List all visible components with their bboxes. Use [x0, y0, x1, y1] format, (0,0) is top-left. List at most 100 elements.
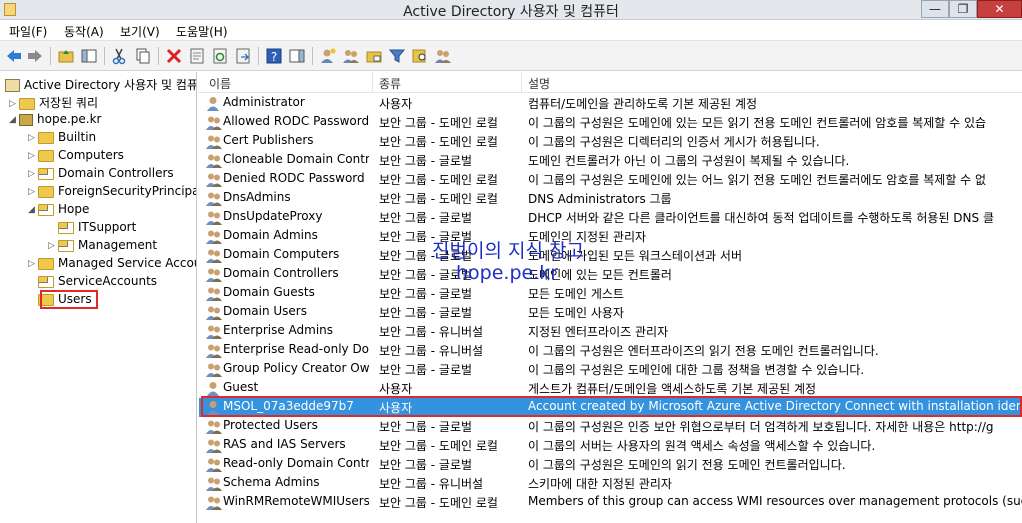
help-icon[interactable]: ?	[265, 47, 283, 65]
row-name: Domain Admins	[223, 228, 318, 242]
row-name: Administrator	[223, 95, 305, 109]
expand-arrow-icon[interactable]: ▷	[28, 133, 38, 143]
row-description: 이 그룹의 구성원은 도메인에 대한 그룹 정책을 변경할 수 있습니다.	[528, 363, 865, 377]
close-button[interactable]: ✕	[977, 0, 1022, 18]
row-description: 도메인에 있는 모든 컨트롤러	[528, 268, 672, 282]
expand-arrow-icon[interactable]: ▷	[28, 151, 38, 161]
row-name: Read-only Domain Contr...	[223, 456, 369, 470]
table-row[interactable]: RAS and IAS Servers 보안 그룹 - 도메인 로컬 이 그룹의 서…	[199, 436, 1022, 455]
table-row[interactable]: Enterprise Read-only Do... 보안 그룹 - 유니버설 이 …	[199, 341, 1022, 360]
folder-icon	[38, 149, 54, 162]
column-header-type[interactable]: 종류	[379, 75, 401, 92]
tree-item-managed-service-accounts[interactable]: ▷ Managed Service Accou	[28, 256, 196, 274]
table-row[interactable]: Administrator 사용자 컴퓨터/도메인을 관리하도록 기본 제공된 계정	[199, 94, 1022, 113]
row-type: 보안 그룹 - 유니버설	[379, 344, 484, 358]
expand-arrow-icon[interactable]: ▷	[9, 99, 19, 109]
table-row[interactable]: Cert Publishers 보안 그룹 - 도메인 로컬 이 그룹의 구성원은 …	[199, 132, 1022, 151]
table-row[interactable]: Domain Admins 보안 그룹 - 글로벌 도메인의 지정된 관리자	[199, 227, 1022, 246]
new-group-icon[interactable]	[342, 47, 360, 65]
forward-icon[interactable]	[26, 47, 44, 65]
row-description: 이 그룹의 서버는 사용자의 원격 액세스 속성을 액세스할 수 있습니다.	[528, 439, 876, 453]
menu-file[interactable]: 파일(F)	[9, 23, 47, 40]
row-name: Domain Computers	[223, 247, 340, 261]
tree-item-saved-queries[interactable]: ▷ 저장된 쿼리	[9, 94, 98, 112]
add-to-group-icon[interactable]	[434, 47, 452, 65]
table-row[interactable]: DnsAdmins 보안 그룹 - 도메인 로컬 DNS Administrator…	[199, 189, 1022, 208]
tree-root[interactable]: Active Directory 사용자 및 컴퓨	[5, 76, 196, 94]
minimize-button[interactable]: —	[921, 0, 949, 18]
column-headers: 이름 종류 설명	[199, 72, 1022, 93]
column-header-description[interactable]: 설명	[528, 75, 550, 92]
expand-arrow-icon[interactable]: ▷	[28, 169, 38, 179]
domain-icon	[19, 113, 33, 126]
column-header-name[interactable]: 이름	[209, 75, 231, 92]
table-row[interactable]: Domain Guests 보안 그룹 - 글로벌 모든 도메인 게스트	[199, 284, 1022, 303]
column-divider[interactable]	[521, 72, 522, 93]
new-ou-icon[interactable]	[365, 47, 383, 65]
row-description: 지정된 엔터프라이즈 관리자	[528, 325, 669, 339]
table-row[interactable]: Group Policy Creator Ow... 보안 그룹 - 글로벌 이 그…	[199, 360, 1022, 379]
refresh-icon[interactable]	[211, 47, 229, 65]
properties-icon[interactable]	[188, 47, 206, 65]
tree-item-management[interactable]: ▷ Management	[48, 238, 157, 256]
export-list-icon[interactable]	[234, 47, 252, 65]
row-type: 보안 그룹 - 도메인 로컬	[379, 135, 498, 149]
menu-view[interactable]: 보기(V)	[120, 23, 160, 40]
tree-item-itsupport[interactable]: ITSupport	[48, 220, 136, 238]
back-icon[interactable]	[5, 47, 23, 65]
menu-help[interactable]: 도움말(H)	[176, 23, 228, 40]
new-user-icon[interactable]	[319, 47, 337, 65]
table-row[interactable]: Schema Admins 보안 그룹 - 유니버설 스키마에 대한 지정된 관리자	[199, 474, 1022, 493]
menu-action[interactable]: 동작(A)	[64, 23, 104, 40]
tree-item-hope[interactable]: ◢ Hope	[28, 202, 89, 220]
table-row[interactable]: Domain Users 보안 그룹 - 글로벌 모든 도메인 사용자	[199, 303, 1022, 322]
row-name: RAS and IAS Servers	[223, 437, 346, 451]
expand-arrow-icon[interactable]: ▷	[28, 187, 38, 197]
up-folder-icon[interactable]	[57, 47, 75, 65]
table-row[interactable]: Denied RODC Password ... 보안 그룹 - 도메인 로컬 이 …	[199, 170, 1022, 189]
row-name: Allowed RODC Password ...	[223, 114, 369, 128]
table-row[interactable]: Enterprise Admins 보안 그룹 - 유니버설 지정된 엔터프라이즈 …	[199, 322, 1022, 341]
column-divider[interactable]	[372, 72, 373, 93]
collapse-arrow-icon[interactable]: ◢	[28, 205, 38, 215]
row-description: 도메인 컨트롤러가 아닌 이 그룹의 구성원이 복제될 수 있습니다.	[528, 154, 850, 168]
row-description: 이 그룹의 구성원은 엔터프라이즈의 읽기 전용 도메인 컨트롤러입니다.	[528, 344, 879, 358]
expand-arrow-icon[interactable]: ▷	[28, 259, 38, 269]
table-row[interactable]: Read-only Domain Contr... 보안 그룹 - 글로벌 이 그룹…	[199, 455, 1022, 474]
table-row[interactable]: Domain Controllers 보안 그룹 - 글로벌 도메인에 있는 모든 …	[199, 265, 1022, 284]
delete-icon[interactable]	[165, 47, 183, 65]
group-icon	[206, 457, 222, 472]
show-console-tree-icon[interactable]	[80, 47, 98, 65]
tree-item-foreign-security-principals[interactable]: ▷ ForeignSecurityPrincipal	[28, 184, 196, 202]
expand-arrow-icon[interactable]: ▷	[48, 241, 58, 251]
show-action-pane-icon[interactable]	[288, 47, 306, 65]
row-name: Guest	[223, 380, 259, 394]
row-description: 컴퓨터/도메인을 관리하도록 기본 제공된 계정	[528, 97, 758, 111]
collapse-arrow-icon[interactable]: ◢	[9, 115, 19, 125]
filter-icon[interactable]	[388, 47, 406, 65]
tree-item-domain-controllers[interactable]: ▷ Domain Controllers	[28, 166, 174, 184]
row-name: Enterprise Read-only Do...	[223, 342, 369, 356]
table-row[interactable]: Domain Computers 보안 그룹 - 글로벌 도메인에 가입된 모든 워…	[199, 246, 1022, 265]
cut-icon[interactable]	[110, 47, 128, 65]
ou-folder-icon	[38, 275, 54, 288]
group-icon	[206, 438, 222, 453]
object-list[interactable]: 이름 종류 설명 Administrator 사용자 컴퓨터/도메인을 관리하도록 …	[199, 72, 1022, 523]
group-icon	[206, 229, 222, 244]
table-row[interactable]: Cloneable Domain Contr... 보안 그룹 - 글로벌 도메인 …	[199, 151, 1022, 170]
row-description: 이 그룹의 구성원은 디렉터리의 인증서 게시가 허용됩니다.	[528, 135, 820, 149]
tree-item-domain[interactable]: ◢ hope.pe.kr	[9, 112, 101, 130]
maximize-button[interactable]: ❐	[949, 0, 977, 18]
find-icon[interactable]	[411, 47, 429, 65]
table-row[interactable]: Allowed RODC Password ... 보안 그룹 - 도메인 로컬 이…	[199, 113, 1022, 132]
tree-item-builtin[interactable]: ▷ Builtin	[28, 130, 96, 148]
row-description: Members of this group can access WMI res…	[528, 494, 1022, 508]
copy-icon[interactable]	[134, 47, 152, 65]
table-row[interactable]: WinRMRemoteWMIUsers__ 보안 그룹 - 도메인 로컬 Membe…	[199, 493, 1022, 512]
table-row[interactable]: DnsUpdateProxy 보안 그룹 - 글로벌 DHCP 서버와 같은 다른 …	[199, 208, 1022, 227]
group-icon	[206, 343, 222, 358]
tree-item-computers[interactable]: ▷ Computers	[28, 148, 124, 166]
table-row[interactable]: Protected Users 보안 그룹 - 글로벌 이 그룹의 구성원은 인증 …	[199, 417, 1022, 436]
console-tree[interactable]: Active Directory 사용자 및 컴퓨 ▷ 저장된 쿼리 ◢ hope.…	[0, 72, 197, 523]
tree-item-label: Management	[78, 238, 158, 252]
